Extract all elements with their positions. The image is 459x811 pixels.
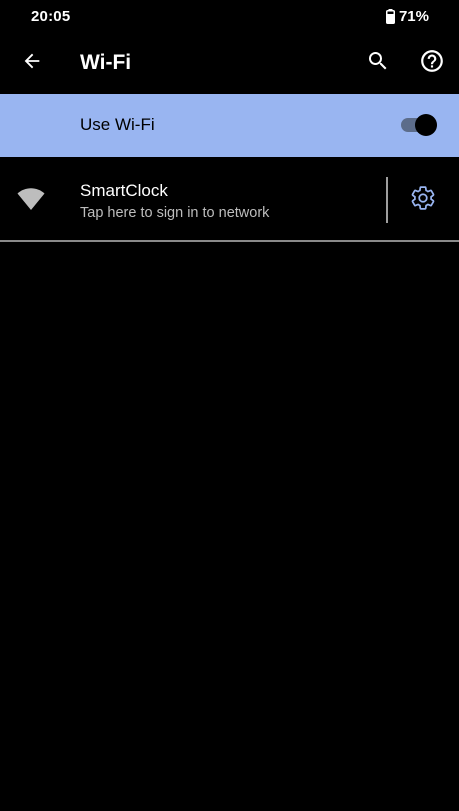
search-icon bbox=[366, 49, 390, 78]
gear-icon bbox=[410, 185, 436, 216]
list-divider bbox=[0, 240, 459, 242]
status-indicators: 71% bbox=[385, 8, 429, 25]
status-bar: 20:05 71% bbox=[0, 0, 459, 34]
toggle-thumb bbox=[415, 114, 437, 136]
network-settings-button[interactable] bbox=[403, 180, 443, 220]
battery-percent: 71% bbox=[398, 8, 429, 25]
use-wifi-toggle[interactable] bbox=[399, 113, 439, 137]
use-wifi-label: Use Wi-Fi bbox=[80, 115, 155, 134]
network-name: SmartClock bbox=[80, 181, 168, 200]
back-button[interactable] bbox=[12, 43, 52, 83]
network-status: Tap here to sign in to network bbox=[80, 205, 270, 221]
help-button[interactable] bbox=[412, 43, 452, 83]
search-button[interactable] bbox=[358, 43, 398, 83]
network-item[interactable]: SmartClock Tap here to sign in to networ… bbox=[0, 157, 459, 240]
battery-icon bbox=[385, 9, 395, 24]
arrow-back-icon bbox=[21, 50, 43, 77]
wifi-signal-icon bbox=[17, 188, 45, 215]
status-time: 20:05 bbox=[31, 8, 71, 25]
network-divider bbox=[386, 177, 388, 223]
app-bar: Wi-Fi bbox=[0, 34, 459, 93]
help-icon bbox=[419, 48, 445, 79]
use-wifi-row[interactable]: Use Wi-Fi bbox=[0, 94, 459, 157]
page-title: Wi-Fi bbox=[80, 51, 132, 74]
